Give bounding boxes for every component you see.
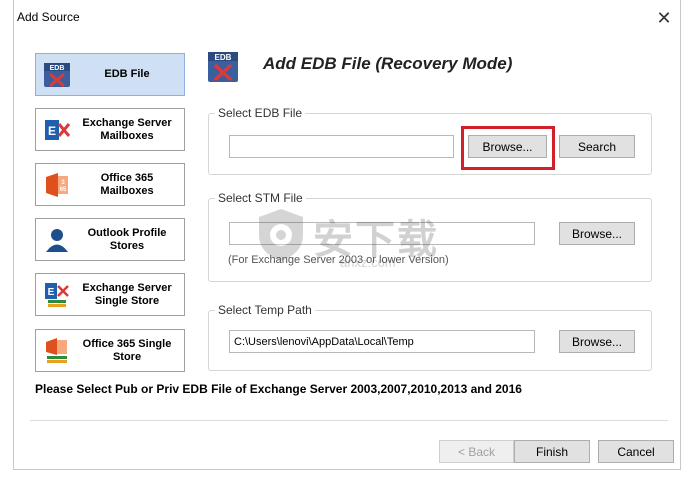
edb-file-legend: Select EDB File — [218, 106, 303, 120]
browse-highlight-box — [461, 126, 555, 170]
sidebar-item-label: EDB File — [104, 68, 150, 80]
stm-file-legend: Select STM File — [218, 191, 303, 205]
temp-browse-button[interactable]: Browse... — [559, 330, 635, 353]
edb-file-icon: EDB — [44, 63, 70, 88]
sidebar-item-edb-file[interactable]: EDB EDB File — [35, 53, 185, 96]
footer-divider — [30, 420, 668, 421]
sidebar-item-exchange-server-mailboxes[interactable]: E Exchange Server Mailboxes — [35, 108, 185, 151]
finish-button[interactable]: Finish — [514, 440, 590, 463]
svg-text:65: 65 — [60, 187, 67, 193]
office365-icon: 3 65 — [46, 173, 68, 197]
svg-text:EDB: EDB — [215, 53, 232, 62]
sidebar-item-office365-mailboxes[interactable]: 3 65 Office 365 Mailboxes — [35, 163, 185, 206]
close-icon: ✕ — [656, 7, 672, 28]
close-button[interactable]: ✕ — [650, 6, 678, 30]
sidebar-item-exchange-server-single-store[interactable]: E Exchange Server Single Store — [35, 273, 185, 316]
sidebar-item-label: Exchange Server Mailboxes — [82, 116, 172, 142]
sidebar-item-outlook-profile-stores[interactable]: Outlook Profile Stores — [35, 218, 185, 261]
window-title: Add Source — [17, 10, 80, 24]
exchange-single-store-icon: E — [45, 283, 69, 307]
sidebar-item-label: Exchange Server Single Store — [82, 281, 172, 307]
svg-text:E: E — [48, 124, 56, 138]
office365-single-store-icon — [46, 338, 67, 363]
add-source-dialog: Add Source ✕ EDB EDB File E Exchange Ser… — [0, 0, 692, 480]
exchange-server-icon: E — [45, 120, 71, 140]
sidebar-item-label: Outlook Profile Stores — [87, 226, 167, 252]
search-button[interactable]: Search — [559, 135, 635, 158]
sidebar-item-label: Office 365 Mailboxes — [100, 171, 154, 197]
edb-path-input[interactable] — [229, 135, 454, 158]
edb-file-icon: EDB — [208, 52, 238, 82]
outlook-profile-icon — [46, 229, 68, 252]
instruction-message: Please Select Pub or Priv EDB File of Ex… — [35, 382, 522, 396]
stm-browse-button[interactable]: Browse... — [559, 222, 635, 245]
stm-version-note: (For Exchange Server 2003 or lower Versi… — [228, 254, 449, 266]
title-bar: Add Source ✕ — [0, 0, 692, 36]
svg-text:E: E — [48, 287, 55, 298]
svg-text:EDB: EDB — [50, 65, 65, 72]
cancel-button[interactable]: Cancel — [598, 440, 674, 463]
temp-path-input[interactable] — [229, 330, 535, 353]
back-button[interactable]: < Back — [439, 440, 514, 463]
sidebar-item-label: Office 365 Single Store — [82, 337, 172, 363]
page-title: Add EDB File (Recovery Mode) — [263, 54, 513, 73]
temp-path-legend: Select Temp Path — [218, 303, 312, 317]
sidebar-item-office365-single-store[interactable]: Office 365 Single Store — [35, 329, 185, 372]
stm-path-input[interactable] — [229, 222, 535, 245]
